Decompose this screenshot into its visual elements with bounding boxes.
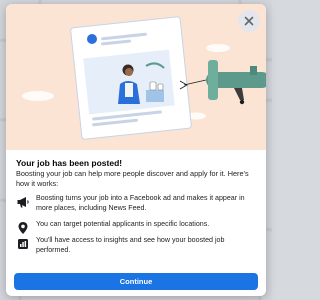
megaphone-icon — [17, 197, 29, 208]
feature-text: You can target potential applicants in s… — [36, 220, 210, 228]
job-post-card — [70, 16, 192, 140]
cloud-shape — [22, 91, 54, 101]
job-posted-dialog: Your job has been posted! Boosting your … — [6, 4, 266, 296]
feature-text: You'll have access to insights and see h… — [36, 236, 225, 254]
continue-button[interactable]: Continue — [14, 273, 258, 290]
hero-illustration — [6, 4, 266, 150]
job-ad-illustration — [22, 16, 266, 140]
feature-item-location: You can target potential applicants in s… — [16, 220, 260, 235]
feature-text: Boosting turns your job into a Facebook … — [36, 194, 245, 212]
airplane-shape — [206, 60, 266, 105]
tow-line — [183, 79, 207, 86]
dialog-title: Your job has been posted! — [16, 158, 123, 168]
insights-chart-icon — [18, 239, 28, 249]
feature-item-boost: Boosting turns your job into a Facebook … — [16, 194, 260, 213]
feature-item-insights: You'll have access to insights and see h… — [16, 236, 260, 255]
cloud-shape — [206, 44, 230, 52]
dialog-subtitle: Boosting your job can help more people d… — [16, 169, 249, 188]
location-pin-icon — [18, 222, 28, 234]
close-icon — [244, 16, 254, 26]
close-button[interactable] — [238, 10, 260, 32]
